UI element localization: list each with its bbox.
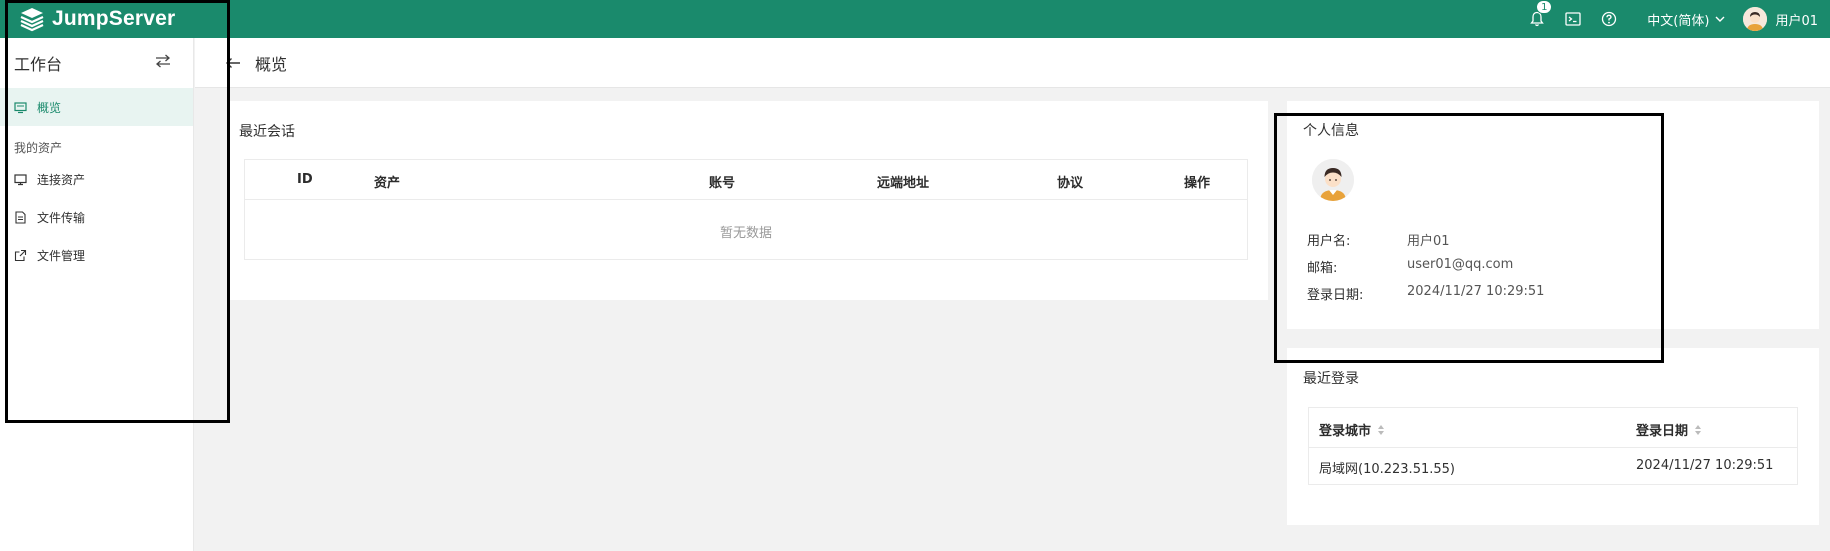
column-header-id: ID <box>297 172 313 187</box>
sidebar-item-file-manager[interactable]: 文件管理 <box>0 236 193 274</box>
notification-badge: 1 <box>1536 0 1553 14</box>
logo[interactable]: JumpServer <box>18 6 175 32</box>
sidebar-item-connect-assets[interactable]: 连接资产 <box>0 160 193 198</box>
sidebar-item-label: 文件管理 <box>37 248 86 263</box>
recent-sessions-table: ID 资产 账号 远端地址 协议 操作 暂无数据 <box>244 159 1248 260</box>
login-date-label: 登录日期: <box>1307 288 1364 303</box>
user-avatar-icon <box>1743 7 1768 31</box>
sort-icon <box>1695 424 1702 435</box>
email-label: 邮箱: <box>1307 261 1338 276</box>
email-value: user01@qq.com <box>1407 257 1514 272</box>
desktop-icon <box>14 173 27 185</box>
empty-state-text: 暂无数据 <box>719 226 772 241</box>
notification-button[interactable]: 1 <box>1527 0 1553 29</box>
monitor-icon <box>14 101 27 113</box>
sidebar-item-label: 文件传输 <box>37 210 86 225</box>
profile-avatar <box>1312 159 1354 201</box>
username-label: 用户名: <box>1307 234 1351 249</box>
chevron-down-icon <box>1715 16 1725 22</box>
recent-logins-card: 最近登录 登录城市 登录日期 局域网(10.223.51.55) 2024/11… <box>1287 348 1819 525</box>
column-header-remote-address: 远端地址 <box>877 176 930 191</box>
login-date-cell: 2024/11/27 10:29:51 <box>1636 458 1774 473</box>
sidebar-item-label: 概览 <box>37 100 62 115</box>
table-header: ID 资产 账号 远端地址 协议 操作 <box>245 160 1247 200</box>
switch-view-button[interactable] <box>155 54 171 72</box>
column-header-asset: 资产 <box>374 176 401 191</box>
back-button[interactable] <box>225 55 241 71</box>
login-city-cell: 局域网(10.223.51.55) <box>1319 462 1455 477</box>
jumpserver-logo-icon <box>20 8 44 32</box>
arrow-left-icon <box>226 57 240 68</box>
column-header-label: 登录城市 <box>1319 424 1372 439</box>
profile-card: 个人信息 用户名: 用户01 邮箱: user01@qq.com 登录日期: 2… <box>1287 101 1819 329</box>
file-icon <box>15 210 26 224</box>
sort-icon <box>1378 424 1385 435</box>
profile-title: 个人信息 <box>1303 123 1359 139</box>
column-header-login-date[interactable]: 登录日期 <box>1636 420 1702 439</box>
recent-sessions-card: 最近会话 ID 资产 账号 远端地址 协议 操作 暂无数据 <box>227 101 1268 300</box>
user-name: 用户01 <box>1775 13 1818 29</box>
help-button[interactable] <box>1599 9 1619 29</box>
page-header: 概览 <box>195 38 1830 88</box>
terminal-button[interactable] <box>1563 9 1583 29</box>
sidebar-item-overview[interactable]: 概览 <box>0 88 193 126</box>
help-icon <box>1602 11 1617 27</box>
recent-logins-title: 最近登录 <box>1303 371 1359 387</box>
top-bar: JumpServer 1 中文(简体) 用户01 <box>0 0 1830 38</box>
external-link-icon <box>14 249 27 261</box>
column-header-account: 账号 <box>709 176 736 191</box>
sidebar-title: 工作台 <box>14 55 63 74</box>
sidebar-item-file-transfer[interactable]: 文件传输 <box>0 198 193 236</box>
sidebar: 工作台 概览 我的资产 连接资产 文件传输 文件管理 <box>0 38 194 551</box>
sidebar-group-my-assets: 我的资产 <box>14 141 63 155</box>
language-select[interactable]: 中文(简体) <box>1647 10 1725 29</box>
language-label: 中文(简体) <box>1647 13 1710 29</box>
column-header-label: 登录日期 <box>1636 424 1689 439</box>
terminal-icon <box>1565 12 1581 26</box>
page-title: 概览 <box>255 54 288 74</box>
recent-logins-table: 登录城市 登录日期 局域网(10.223.51.55) 2024/11/27 1… <box>1308 407 1798 485</box>
swap-icon <box>156 54 170 68</box>
column-header-protocol: 协议 <box>1057 176 1084 191</box>
avatar <box>1743 7 1768 31</box>
recent-sessions-title: 最近会话 <box>239 124 295 140</box>
brand-name: JumpServer <box>52 7 176 30</box>
user-avatar-icon <box>1312 159 1354 201</box>
column-header-login-city[interactable]: 登录城市 <box>1319 420 1385 439</box>
login-date-value: 2024/11/27 10:29:51 <box>1407 284 1545 299</box>
user-menu[interactable]: 用户01 <box>1743 7 1818 31</box>
username-value: 用户01 <box>1407 234 1450 249</box>
sidebar-item-label: 连接资产 <box>37 172 86 187</box>
column-header-actions: 操作 <box>1184 176 1211 191</box>
sidebar-header: 工作台 <box>0 38 193 88</box>
table-header: 登录城市 登录日期 <box>1309 408 1797 448</box>
table-row: 局域网(10.223.51.55) 2024/11/27 10:29:51 <box>1309 448 1797 485</box>
